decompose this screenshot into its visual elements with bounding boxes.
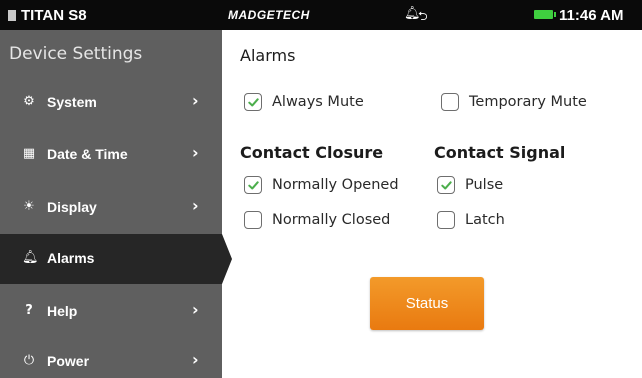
pulse-label: Pulse <box>465 177 504 193</box>
checkbox-box <box>244 176 262 194</box>
checkbox-box <box>244 93 262 111</box>
power-icon: ⏻ <box>23 353 35 368</box>
latch-checkbox[interactable]: Latch <box>437 211 505 229</box>
calendar-icon: ▦ <box>22 146 36 161</box>
sidebar-item-alarms[interactable]: 🔔︎ Alarms <box>0 234 232 284</box>
sidebar-item-display[interactable]: ☀ Display › <box>0 183 222 233</box>
sidebar-item-label: System <box>47 94 97 110</box>
clock: 11:46 AM <box>559 7 624 24</box>
help-icon: ? <box>25 303 33 318</box>
usb-icon: ⮌ <box>418 9 428 23</box>
sidebar-item-label: Power <box>47 353 90 369</box>
temporary-mute-checkbox[interactable]: Temporary Mute <box>441 93 587 111</box>
sidebar-item-date-time[interactable]: ▦ Date & Time › <box>0 130 222 180</box>
device-status-indicator-icon <box>8 10 16 21</box>
normally-closed-checkbox[interactable]: Normally Closed <box>244 211 390 229</box>
always-mute-checkbox[interactable]: Always Mute <box>244 93 364 111</box>
page-title: Alarms <box>240 46 296 65</box>
chevron-right-icon: › <box>192 196 199 215</box>
sidebar-item-label: Display <box>47 199 97 215</box>
battery-icon <box>534 10 556 19</box>
status-bar: TITAN S8 MADGETECH 🔔︎ ⮌ 11:46 AM <box>0 0 642 30</box>
checkmark-icon <box>440 180 452 189</box>
alarm-bell-icon: 🔔︎ <box>22 250 39 265</box>
normally-opened-checkbox[interactable]: Normally Opened <box>244 176 399 194</box>
checkmark-icon <box>247 180 259 189</box>
device-name: TITAN S8 <box>8 7 87 24</box>
chevron-right-icon: › <box>192 143 199 162</box>
contact-closure-heading: Contact Closure <box>240 143 384 162</box>
contact-signal-heading: Contact Signal <box>434 143 566 162</box>
alarms-panel: Alarms Always Mute Temporary Mute Contac… <box>222 30 642 378</box>
sidebar-item-label: Date & Time <box>47 146 128 162</box>
sidebar-item-power[interactable]: ⏻ Power › <box>0 337 222 378</box>
sidebar-item-help[interactable]: ? Help › <box>0 287 222 337</box>
brand-logo: MADGETECH <box>228 8 310 22</box>
gear-icon: ⚙ <box>23 94 35 109</box>
device-name-label: TITAN S8 <box>21 7 87 24</box>
brightness-icon: ☀ <box>23 199 35 214</box>
chevron-right-icon: › <box>192 300 199 319</box>
temporary-mute-label: Temporary Mute <box>469 94 587 110</box>
status-button[interactable]: Status <box>370 277 484 330</box>
chevron-right-icon: › <box>192 91 199 110</box>
sidebar-item-label: Alarms <box>47 250 95 266</box>
chevron-right-icon: › <box>192 350 199 369</box>
sidebar-item-system[interactable]: ⚙ System › <box>0 78 222 128</box>
pulse-checkbox[interactable]: Pulse <box>437 176 503 194</box>
checkbox-box <box>437 176 455 194</box>
normally-closed-label: Normally Closed <box>272 212 391 228</box>
sidebar: Device Settings ⚙ System › ▦ Date & Time… <box>0 30 232 378</box>
checkmark-icon <box>247 97 259 106</box>
checkbox-box <box>244 211 262 229</box>
sidebar-title: Device Settings <box>9 44 143 64</box>
normally-opened-label: Normally Opened <box>272 177 399 193</box>
latch-label: Latch <box>465 212 505 228</box>
sidebar-item-label: Help <box>47 303 78 319</box>
always-mute-label: Always Mute <box>272 94 364 110</box>
checkbox-box <box>437 211 455 229</box>
device-screen: TITAN S8 MADGETECH 🔔︎ ⮌ 11:46 AM Device … <box>0 0 642 378</box>
checkbox-box <box>441 93 459 111</box>
